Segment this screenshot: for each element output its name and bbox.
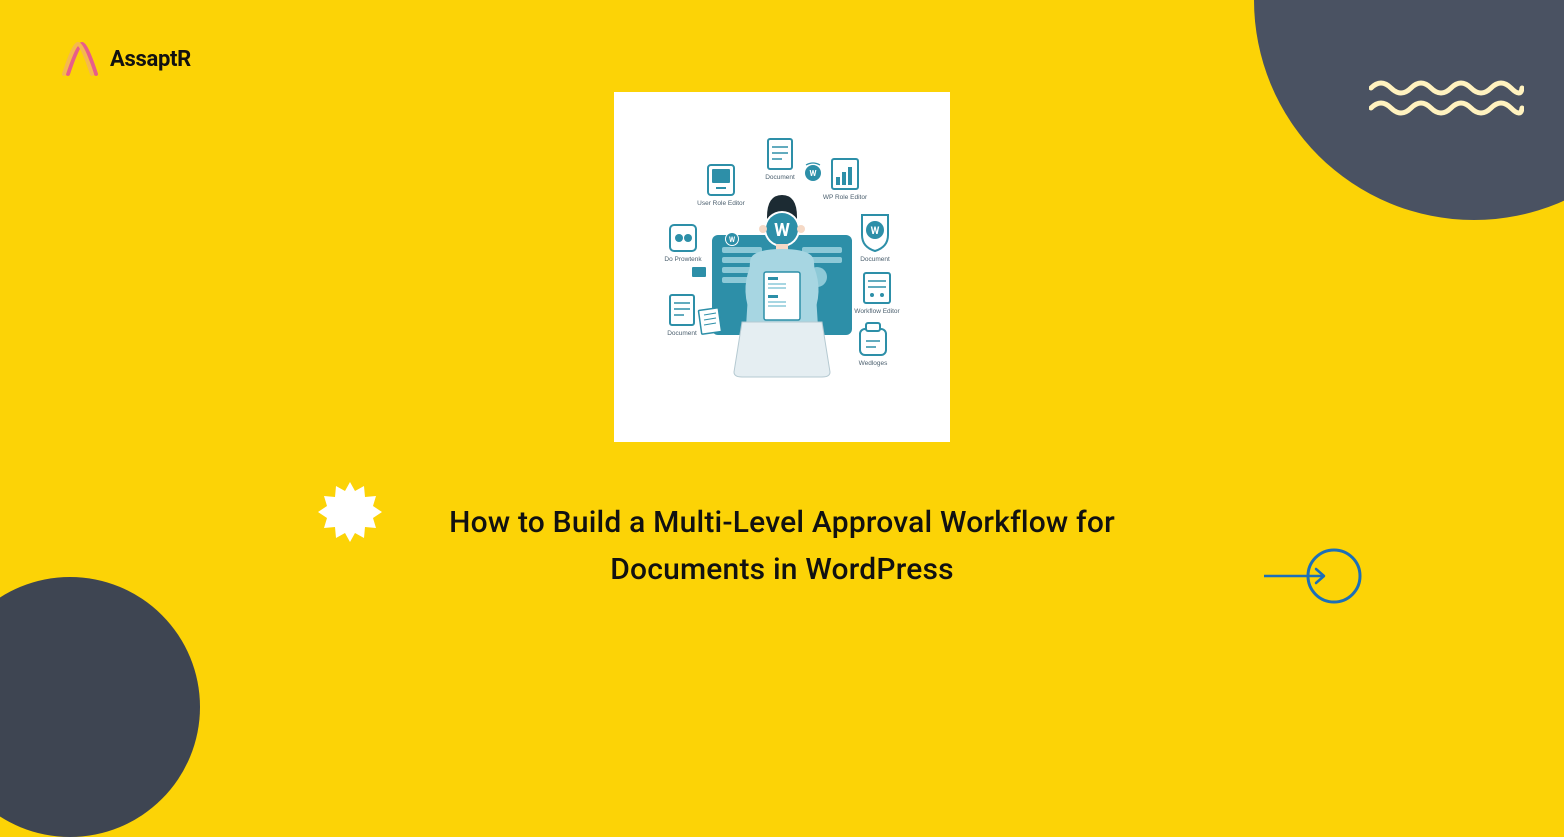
label-document-top: Document <box>765 174 795 181</box>
svg-text:W: W <box>729 236 736 244</box>
brand-name: AssaptR <box>110 47 191 72</box>
wave-decoration-icon <box>1369 78 1524 116</box>
label-wp-role-editor: WP Role Editor <box>823 194 868 201</box>
label-do-prowtenk: Do Prowtenk <box>664 256 702 263</box>
hero-illustration-card: W W User Role Editor <box>614 92 950 442</box>
label-document-left: Document <box>667 330 697 337</box>
svg-text:W: W <box>810 169 817 178</box>
page-title: How to Build a Multi-Level Approval Work… <box>372 500 1192 593</box>
label-user-role-editor: User Role Editor <box>697 200 746 207</box>
label-wedloges: Wedloges <box>859 360 889 367</box>
workflow-illustration: W W User Role Editor <box>632 117 932 417</box>
logo-mark-icon <box>60 38 102 80</box>
brand-logo: AssaptR <box>60 38 191 80</box>
label-document-right: Document <box>860 256 890 263</box>
svg-text:W: W <box>774 220 790 241</box>
label-workflow-editor: Workflow Editor <box>854 308 900 315</box>
arrow-into-circle-icon <box>1264 545 1364 607</box>
decorative-corner-bottom-left <box>0 577 200 837</box>
svg-text:W: W <box>871 226 880 237</box>
